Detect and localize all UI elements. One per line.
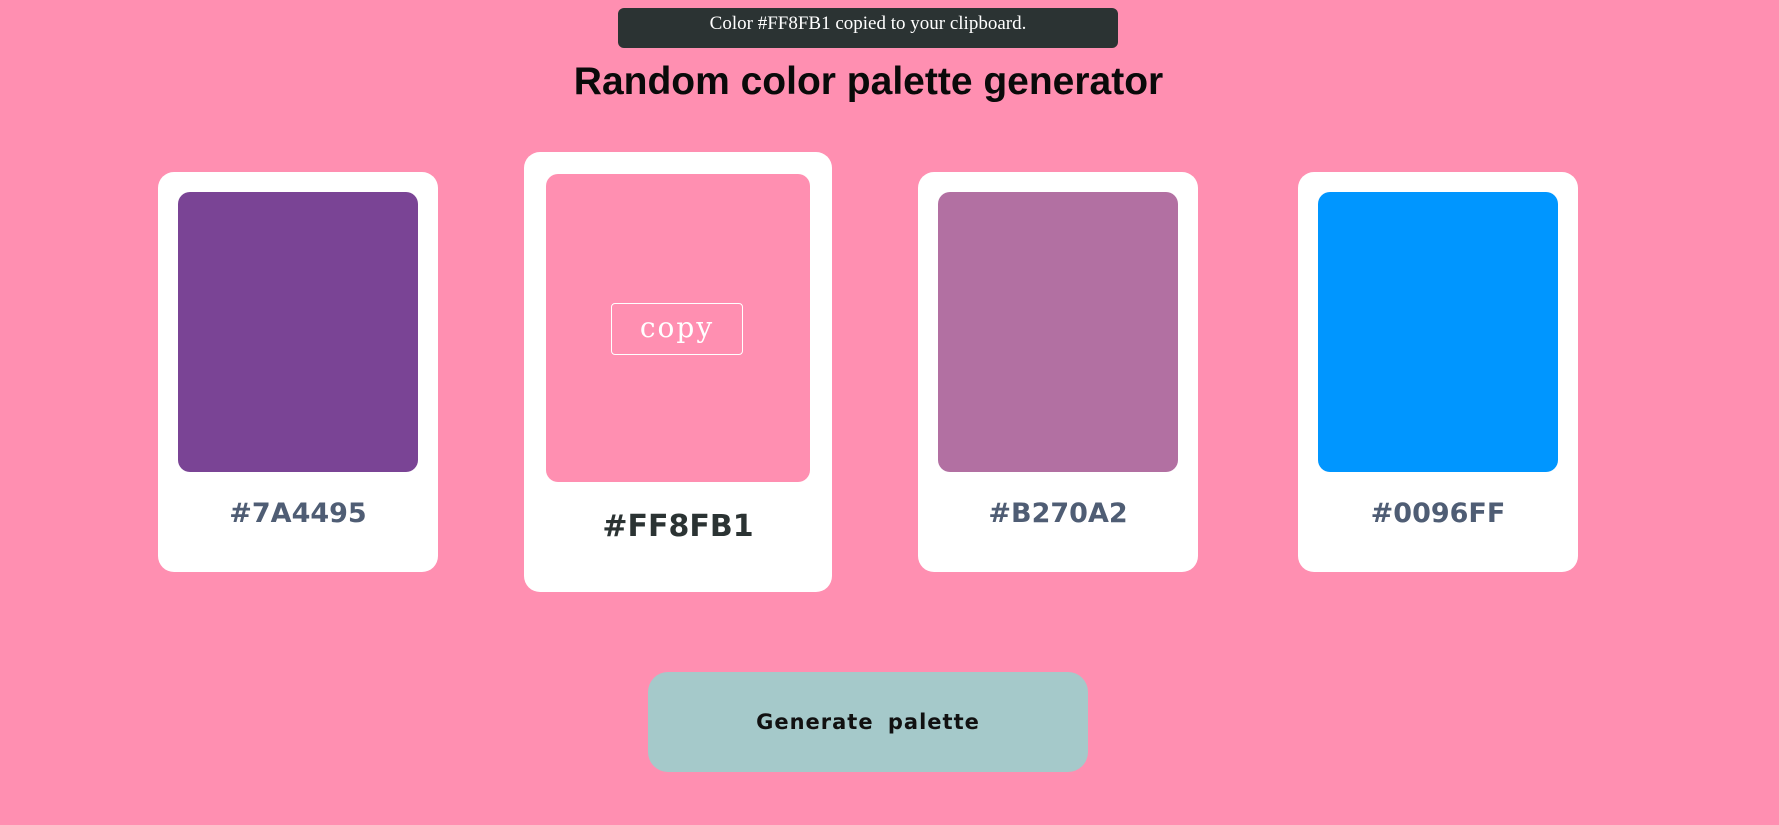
color-swatch[interactable] (178, 192, 418, 472)
color-swatch[interactable] (1318, 192, 1558, 472)
color-card[interactable]: #B270A2 (918, 172, 1198, 572)
color-swatch[interactable] (938, 192, 1178, 472)
page-title: Random color palette generator (573, 60, 1164, 103)
clipboard-toast: Color #FF8FB1 copied to your clipboard. (618, 8, 1118, 48)
color-hex-label: #B270A2 (988, 498, 1128, 529)
color-card[interactable]: #0096FF (1298, 172, 1578, 572)
toast-message: Color #FF8FB1 copied to your clipboard. (709, 13, 1027, 34)
color-card-hovered[interactable]: copy #FF8FB1 (524, 152, 832, 592)
color-hex-label: #7A4495 (229, 498, 367, 529)
color-hex-label: #0096FF (1370, 498, 1506, 529)
color-swatch[interactable]: copy (546, 174, 810, 482)
color-card[interactable]: #7A4495 (158, 172, 438, 572)
generate-palette-button[interactable]: Generate palette (648, 672, 1088, 772)
copy-button[interactable]: copy (611, 303, 743, 355)
color-hex-label: #FF8FB1 (602, 509, 754, 544)
